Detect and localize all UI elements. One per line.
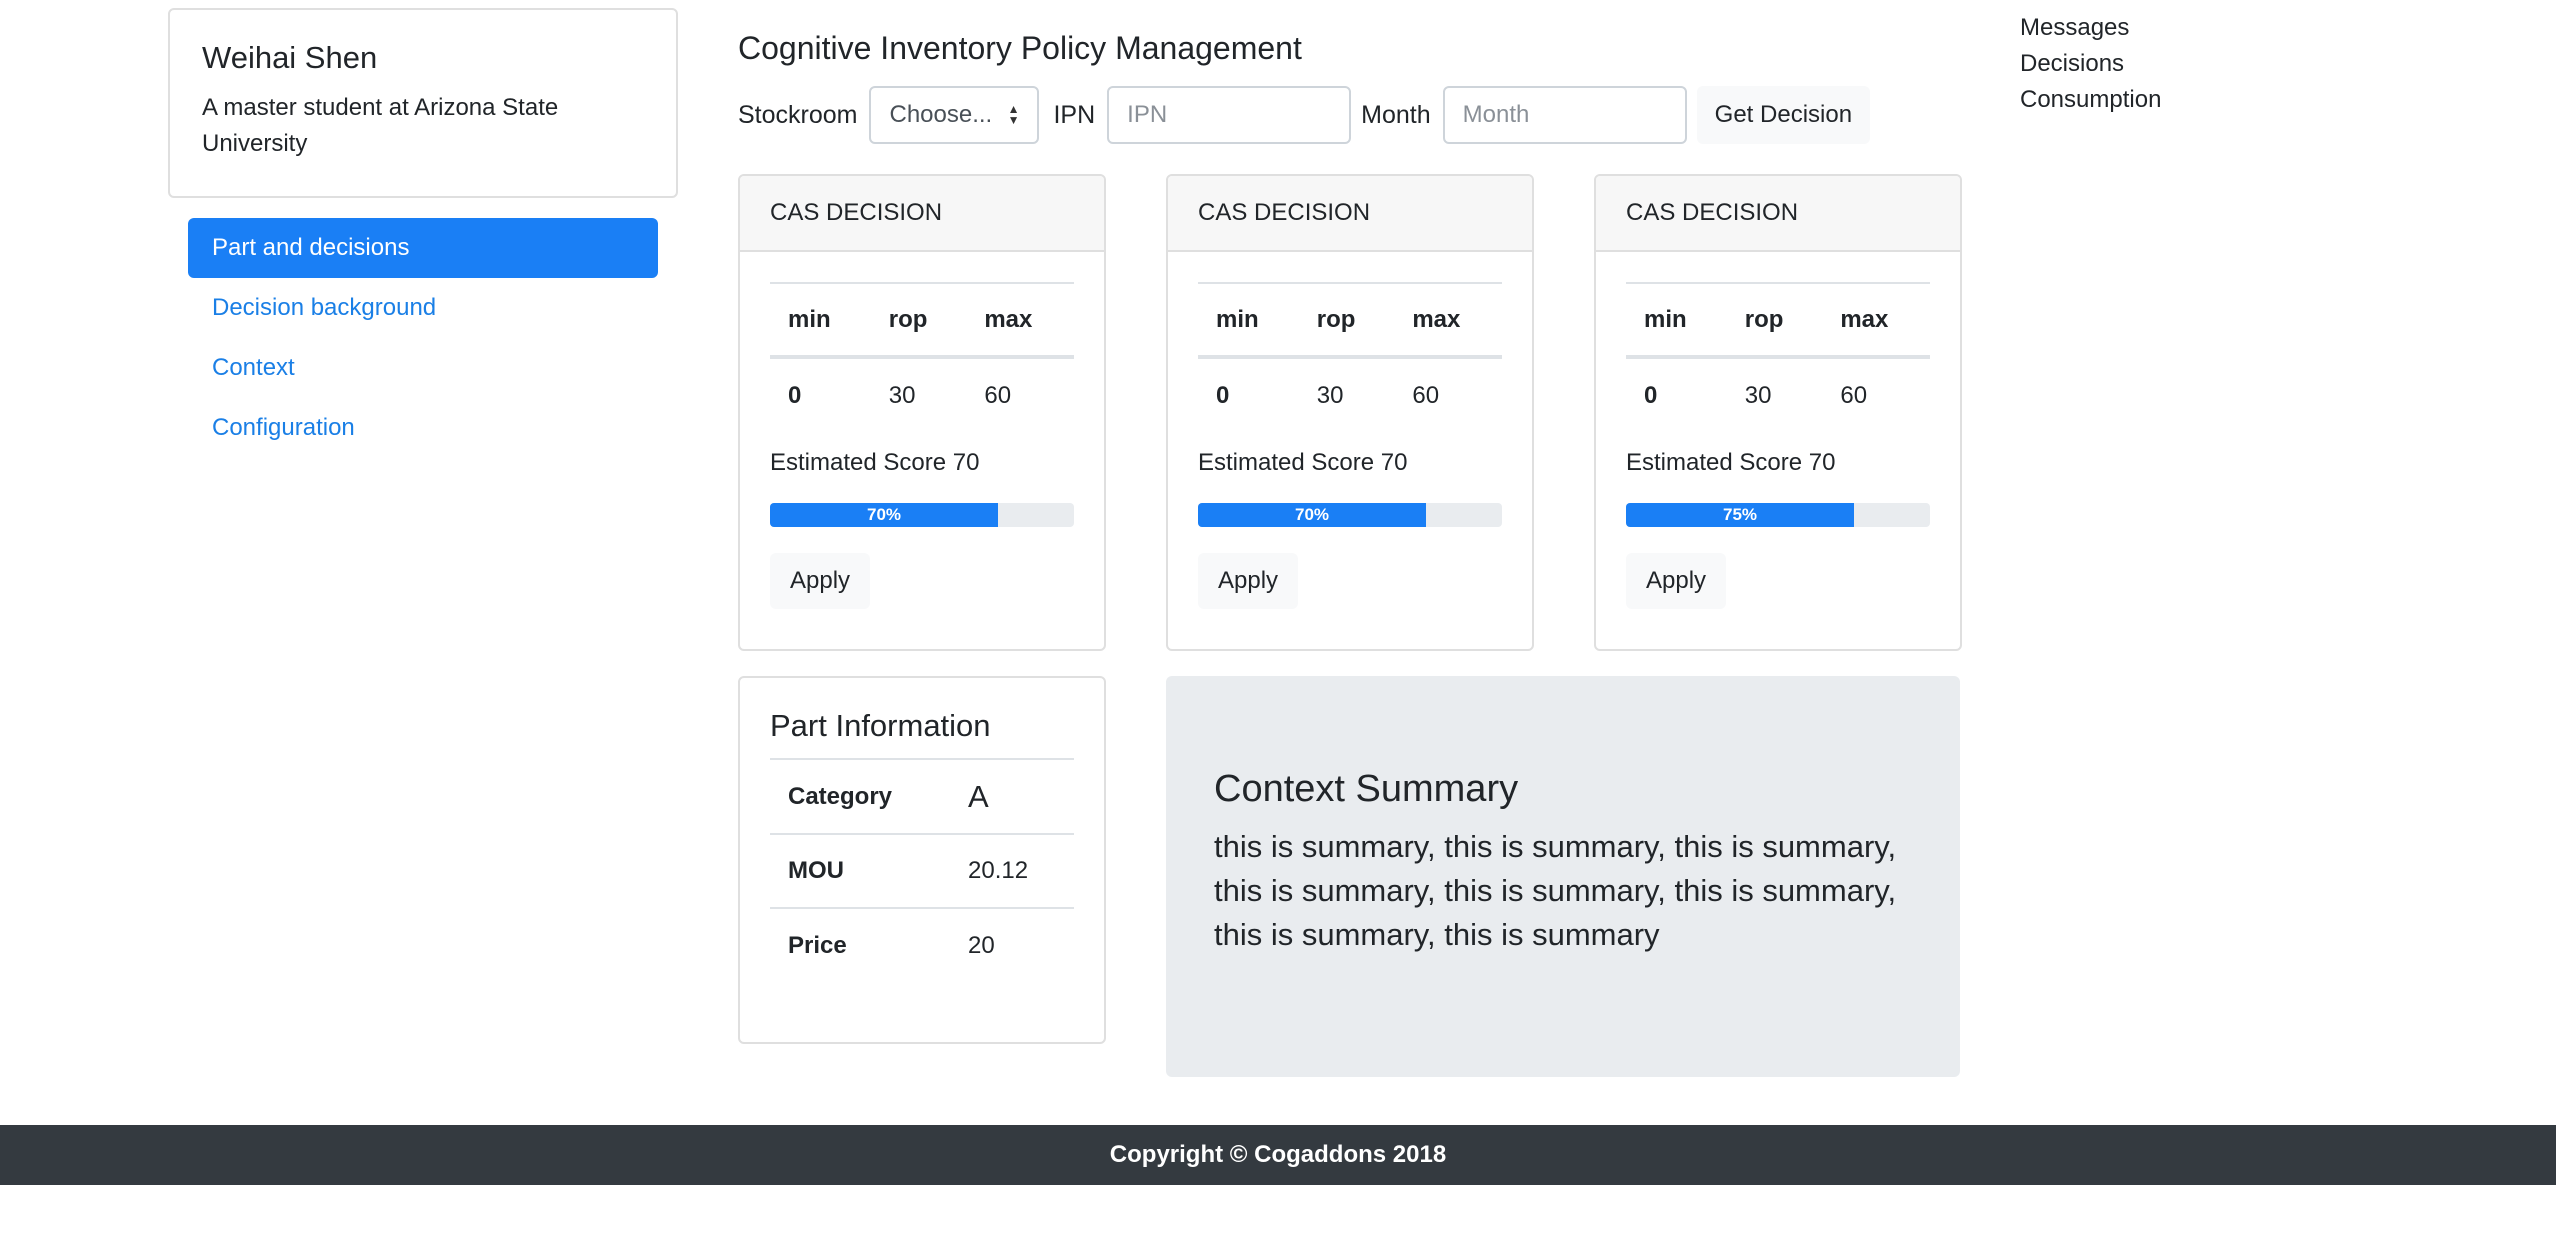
table-row: Category A <box>770 760 1074 835</box>
part-information-table: Category A MOU 20.12 Price 20 <box>770 760 1074 982</box>
min-value: 0 <box>1216 382 1230 409</box>
select-arrows-icon: ▲ ▼ <box>1007 102 1020 127</box>
estimated-score: Estimated Score 70 <box>1198 449 1408 476</box>
profile-card: Weihai Shen A master student at Arizona … <box>168 8 678 198</box>
mou-key: MOU <box>770 834 950 909</box>
context-summary-text: this is summary, this is summary, this i… <box>1214 829 1897 952</box>
ipn-label: IPN <box>1053 100 1096 129</box>
card-header: CAS DECISION <box>740 176 1104 252</box>
score-progress-bar: 70% <box>770 503 998 527</box>
min-value: 0 <box>1644 382 1658 409</box>
decision-card: CAS DECISION min rop max 0 30 60 Estimat… <box>1166 174 1534 651</box>
column-header-max: max <box>1822 282 1930 359</box>
stockroom-select[interactable]: Choose... ▲ ▼ <box>869 86 1040 144</box>
score-progress: 75% <box>1626 503 1930 527</box>
price-value: 20 <box>968 931 995 959</box>
apply-button[interactable]: Apply <box>770 553 871 609</box>
decision-table: min rop max 0 30 60 <box>1198 282 1502 433</box>
table-row: MOU 20.12 <box>770 834 1074 909</box>
month-input[interactable] <box>1442 86 1687 144</box>
category-key: Category <box>770 760 950 835</box>
max-value: 60 <box>1840 382 1868 409</box>
ipn-input[interactable] <box>1107 86 1352 144</box>
rop-value: 30 <box>1316 382 1344 409</box>
get-decision-button[interactable]: Get Decision <box>1696 86 1871 144</box>
card-header: CAS DECISION <box>1168 176 1532 252</box>
column-header-rop: rop <box>1298 282 1395 359</box>
column-header-max: max <box>1394 282 1502 359</box>
sidebar-item-context[interactable]: Context <box>188 338 658 398</box>
score-progress-bar: 75% <box>1626 503 1854 527</box>
context-summary-title: Context Summary <box>1214 768 1519 810</box>
decision-table: min rop max 0 30 60 <box>1626 282 1930 433</box>
rop-value: 30 <box>888 382 916 409</box>
estimated-score: Estimated Score 70 <box>770 449 980 476</box>
consumption-link[interactable]: Consumption <box>2020 82 2161 118</box>
stockroom-label: Stockroom <box>738 100 858 129</box>
profile-description: A master student at Arizona State Univer… <box>202 94 559 157</box>
column-header-min: min <box>1198 282 1299 359</box>
sidebar-item-decision-background[interactable]: Decision background <box>188 278 658 338</box>
decision-query-form: Stockroom Choose... ▲▼ IPN Month Get Dec… <box>738 86 1871 144</box>
mou-value: 20.12 <box>950 834 1074 909</box>
part-information-title: Part Information <box>770 708 1074 760</box>
column-header-min: min <box>1626 282 1727 359</box>
column-header-rop: rop <box>870 282 967 359</box>
profile-name: Weihai Shen <box>202 40 378 75</box>
page-title: Cognitive Inventory Policy Management <box>738 30 1302 66</box>
score-progress: 70% <box>1198 503 1502 527</box>
max-value: 60 <box>984 382 1012 409</box>
price-key: Price <box>788 931 847 959</box>
max-value: 60 <box>1412 382 1440 409</box>
score-progress: 70% <box>770 503 1074 527</box>
min-value: 0 <box>788 382 802 409</box>
score-progress-bar: 70% <box>1198 503 1426 527</box>
column-header-min: min <box>770 282 871 359</box>
apply-button[interactable]: Apply <box>1198 553 1299 609</box>
rop-value: 30 <box>1744 382 1772 409</box>
column-header-rop: rop <box>1726 282 1823 359</box>
apply-button[interactable]: Apply <box>1626 553 1727 609</box>
table-row: Price 20 <box>770 908 1074 982</box>
context-summary: Context Summary this is summary, this is… <box>1166 676 1960 1077</box>
decision-table: min rop max 0 30 60 <box>770 282 1074 433</box>
decision-card: CAS DECISION min rop max 0 30 60 Estimat… <box>1594 174 1962 651</box>
sidebar-item-part-and-decisions[interactable]: Part and decisions <box>188 218 658 278</box>
footer: Copyright © Cogaddons 2018 <box>0 1125 2556 1185</box>
column-header-max: max <box>966 282 1074 359</box>
month-label: Month <box>1361 100 1431 129</box>
part-information-card: Part Information Category A MOU 20.12 Pr… <box>738 676 1106 1044</box>
stockroom-select-value: Choose... <box>889 101 993 128</box>
category-value: A <box>950 760 1074 835</box>
right-links: Messages Decisions Consumption <box>2020 10 2161 118</box>
decision-card: CAS DECISION min rop max 0 30 60 Estimat… <box>738 174 1106 651</box>
card-header: CAS DECISION <box>1596 176 1960 252</box>
sidebar-nav: Part and decisions Decision background C… <box>188 218 658 458</box>
decisions-link[interactable]: Decisions <box>2020 46 2161 82</box>
messages-link[interactable]: Messages <box>2020 10 2161 46</box>
estimated-score: Estimated Score 70 <box>1626 449 1836 476</box>
sidebar-item-configuration[interactable]: Configuration <box>188 398 658 458</box>
